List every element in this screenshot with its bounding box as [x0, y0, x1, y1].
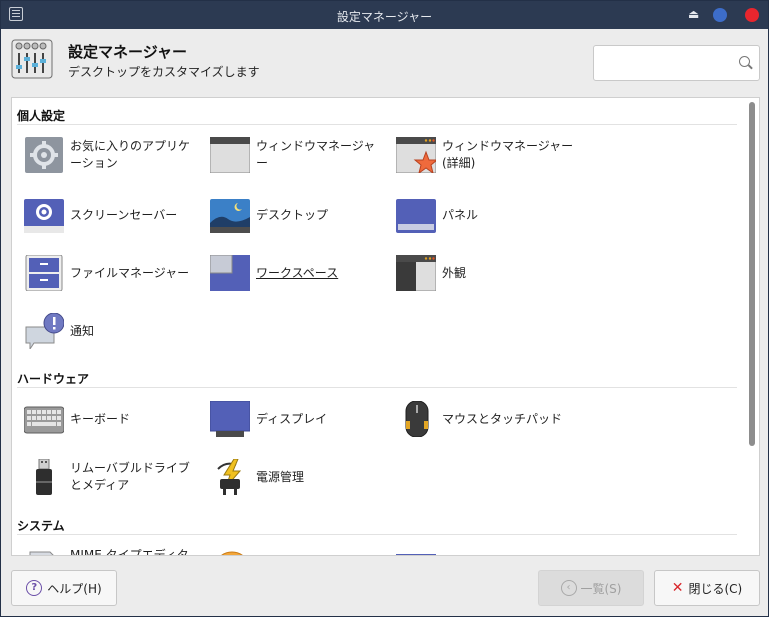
accessibility-icon [221, 551, 243, 555]
settings-manager-window: 設定マネージャー ⏏ 設定マネージャー デスクトップをカスタマイズします 個人設… [0, 0, 769, 617]
header: 設定マネージャー デスクトップをカスタマイズします [1, 29, 768, 95]
item-workspace[interactable]: ワークスペース [204, 249, 384, 297]
close-label: 閉じる(C) [688, 581, 743, 596]
titlebar[interactable]: 設定マネージャー ⏏ [1, 1, 768, 29]
window-title: 設定マネージャー [336, 10, 433, 24]
item-label: スクリーンセーバー [70, 207, 178, 222]
item-label: 外観 [442, 265, 467, 280]
desktop-icon [210, 199, 250, 233]
all-settings-label: 一覧(S) [580, 581, 622, 596]
item-label: 通知 [70, 323, 95, 338]
settings-list: 個人設定 お気に入りのアプリケ ーション ウィンドウマネージャー ウィンドウマネ… [11, 97, 760, 556]
search-icon [739, 56, 750, 67]
search-input[interactable] [593, 45, 760, 81]
item-label: お気に入りのアプリケ ーション [70, 139, 191, 170]
file-manager-icon [25, 255, 63, 291]
item-label: MIME タイプエディタ [70, 548, 189, 556]
section-divider [17, 387, 737, 388]
item-label: ファイルマネージャー [70, 265, 190, 280]
help-label: ヘルプ(H) [47, 581, 102, 596]
notification-icon [25, 313, 64, 349]
item-power-manager[interactable]: 電源管理 [204, 453, 384, 501]
item-display[interactable]: ディスプレイ [204, 395, 384, 443]
maximize-button[interactable] [713, 8, 727, 22]
item-panel[interactable]: パネル [390, 191, 570, 239]
close-window-button[interactable] [745, 8, 759, 22]
settings-manager-icon [11, 39, 53, 79]
item-label: パネル [442, 207, 479, 222]
item-label: ウィンドウマネージャー (詳細) [442, 139, 574, 170]
item-window-manager-tweaks[interactable]: ウィンドウマネージャー (詳細) [390, 131, 580, 179]
item-desktop[interactable]: デスクトップ [204, 191, 384, 239]
screensaver-icon [24, 199, 64, 233]
vertical-scrollbar[interactable] [747, 102, 757, 553]
item-file-manager[interactable]: ファイルマネージャー [18, 249, 198, 297]
item-accessibility[interactable] [204, 540, 384, 555]
window-manager-icon [210, 137, 250, 173]
help-button[interactable]: ? ヘルプ(H) [11, 570, 117, 606]
help-icon: ? [26, 580, 43, 596]
close-button[interactable]: ✕ 閉じる(C) [654, 570, 760, 606]
item-window-manager[interactable]: ウィンドウマネージャー [204, 131, 384, 179]
section-divider [17, 124, 737, 125]
section-divider [17, 534, 737, 535]
system-icon [396, 554, 436, 555]
item-removable-drives[interactable]: リムーバブルドライブ とメディア [18, 453, 198, 501]
window-tweaks-icon [396, 137, 436, 173]
page-subtitle: デスクトップをカスタマイズします [68, 65, 260, 79]
gear-icon [25, 137, 63, 173]
item-mouse-touchpad[interactable]: マウスとタッチパッド [390, 395, 590, 443]
page-title: 設定マネージャー [68, 43, 187, 61]
keyboard-icon [24, 406, 64, 434]
power-manager-icon [217, 459, 242, 495]
removable-drive-icon [36, 459, 52, 495]
appearance-icon [396, 255, 436, 291]
all-settings-button[interactable]: ‹ 一覧(S) [538, 570, 644, 606]
item-label: ワークスペース [256, 265, 339, 280]
item-label: ディスプレイ [256, 411, 328, 426]
item-notifications[interactable]: 通知 [18, 307, 198, 355]
section-title-personal: 個人設定 [17, 109, 66, 123]
item-mime-editor[interactable]: MIME タイプエディタ [18, 540, 198, 556]
item-appearance[interactable]: 外観 [390, 249, 570, 297]
display-icon [210, 401, 250, 437]
close-icon: ✕ [671, 580, 684, 596]
panel-icon [396, 199, 436, 233]
back-arrow-icon: ‹ [560, 580, 577, 596]
item-label: マウスとタッチパッド [442, 411, 563, 426]
item-keyboard[interactable]: キーボード [18, 395, 198, 443]
mouse-icon [405, 401, 429, 437]
minimize-icon[interactable]: ⏏ [688, 8, 699, 20]
mime-icon [29, 551, 54, 555]
item-label: リムーバブルドライブ とメディア [70, 461, 190, 492]
item-label: ウィンドウマネージャー [256, 139, 376, 170]
item-system[interactable] [390, 540, 570, 555]
scroll-thumb[interactable] [749, 102, 755, 446]
section-title-system: システム [17, 519, 65, 533]
section-title-hardware: ハードウェア [17, 372, 90, 386]
item-preferred-applications[interactable]: お気に入りのアプリケ ーション [18, 131, 198, 179]
workspace-icon [210, 255, 250, 291]
item-screensaver[interactable]: スクリーンセーバー [18, 191, 198, 239]
item-label: キーボード [70, 411, 131, 426]
item-label: デスクトップ [256, 207, 329, 222]
item-label: 電源管理 [256, 469, 305, 484]
